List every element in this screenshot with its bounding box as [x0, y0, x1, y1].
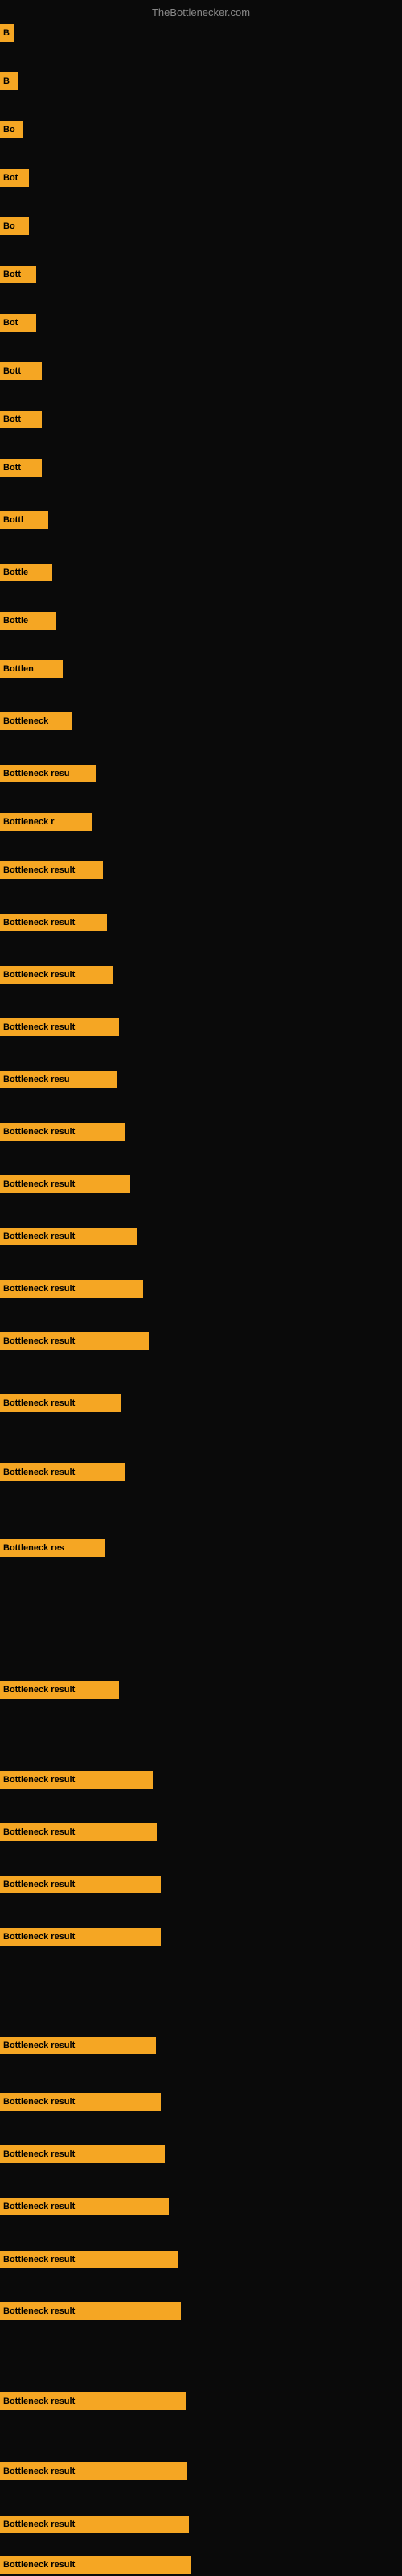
bar-item-15: Bottleneck resu — [0, 765, 96, 782]
bar-item-29: Bottleneck res — [0, 1539, 105, 1557]
bar-item-23: Bottleneck result — [0, 1175, 130, 1193]
bottleneck-bar-15: Bottleneck resu — [0, 765, 96, 782]
bottleneck-bar-1: B — [0, 72, 18, 90]
bottleneck-bar-26: Bottleneck result — [0, 1332, 149, 1350]
bottleneck-bar-27: Bottleneck result — [0, 1394, 121, 1412]
bottleneck-bar-14: Bottleneck — [0, 712, 72, 730]
bottleneck-bar-36: Bottleneck result — [0, 2093, 161, 2111]
bottleneck-bar-31: Bottleneck result — [0, 1771, 153, 1789]
bottleneck-bar-38: Bottleneck result — [0, 2198, 169, 2215]
bar-item-12: Bottle — [0, 612, 56, 630]
bar-item-38: Bottleneck result — [0, 2198, 169, 2215]
bottleneck-bar-22: Bottleneck result — [0, 1123, 125, 1141]
bottleneck-bar-33: Bottleneck result — [0, 1876, 161, 1893]
bottleneck-bar-40: Bottleneck result — [0, 2302, 181, 2320]
bottleneck-bar-25: Bottleneck result — [0, 1280, 143, 1298]
bar-item-14: Bottleneck — [0, 712, 72, 730]
bar-item-22: Bottleneck result — [0, 1123, 125, 1141]
bottleneck-bar-8: Bott — [0, 411, 42, 428]
bottleneck-bar-34: Bottleneck result — [0, 1928, 161, 1946]
bottleneck-bar-19: Bottleneck result — [0, 966, 113, 984]
bottleneck-bar-42: Bottleneck result — [0, 2462, 187, 2480]
bar-item-2: Bo — [0, 121, 23, 138]
bar-item-36: Bottleneck result — [0, 2093, 161, 2111]
bottleneck-bar-3: Bot — [0, 169, 29, 187]
bottleneck-bar-30: Bottleneck result — [0, 1681, 119, 1699]
bottleneck-bar-21: Bottleneck resu — [0, 1071, 117, 1088]
bar-item-6: Bot — [0, 314, 36, 332]
bar-item-8: Bott — [0, 411, 42, 428]
bar-item-32: Bottleneck result — [0, 1823, 157, 1841]
bar-item-37: Bottleneck result — [0, 2145, 165, 2163]
bar-item-39: Bottleneck result — [0, 2251, 178, 2268]
bar-item-1: B — [0, 72, 18, 90]
bottleneck-bar-29: Bottleneck res — [0, 1539, 105, 1557]
bar-item-5: Bott — [0, 266, 36, 283]
bar-item-26: Bottleneck result — [0, 1332, 149, 1350]
bottleneck-bar-10: Bottl — [0, 511, 48, 529]
bar-item-24: Bottleneck result — [0, 1228, 137, 1245]
bar-item-7: Bott — [0, 362, 42, 380]
bar-item-0: B — [0, 24, 14, 42]
bottleneck-bar-39: Bottleneck result — [0, 2251, 178, 2268]
bar-item-34: Bottleneck result — [0, 1928, 161, 1946]
bar-item-41: Bottleneck result — [0, 2392, 186, 2410]
bottleneck-bar-4: Bo — [0, 217, 29, 235]
bottleneck-bar-13: Bottlen — [0, 660, 63, 678]
bottleneck-bar-11: Bottle — [0, 564, 52, 581]
bottleneck-bar-17: Bottleneck result — [0, 861, 103, 879]
bottleneck-bar-44: Bottleneck result — [0, 2556, 191, 2574]
bottleneck-bar-2: Bo — [0, 121, 23, 138]
bar-item-3: Bot — [0, 169, 29, 187]
bottleneck-bar-6: Bot — [0, 314, 36, 332]
bar-item-16: Bottleneck r — [0, 813, 92, 831]
bar-item-31: Bottleneck result — [0, 1771, 153, 1789]
bottleneck-bar-20: Bottleneck result — [0, 1018, 119, 1036]
bottleneck-bar-7: Bott — [0, 362, 42, 380]
bottleneck-bar-28: Bottleneck result — [0, 1463, 125, 1481]
bar-item-4: Bo — [0, 217, 29, 235]
bar-item-13: Bottlen — [0, 660, 63, 678]
bar-item-20: Bottleneck result — [0, 1018, 119, 1036]
bottleneck-bar-37: Bottleneck result — [0, 2145, 165, 2163]
bottleneck-bar-41: Bottleneck result — [0, 2392, 186, 2410]
bar-item-33: Bottleneck result — [0, 1876, 161, 1893]
bottleneck-bar-23: Bottleneck result — [0, 1175, 130, 1193]
bar-item-9: Bott — [0, 459, 42, 477]
bottleneck-bar-18: Bottleneck result — [0, 914, 107, 931]
bar-item-17: Bottleneck result — [0, 861, 103, 879]
bottleneck-bar-0: B — [0, 24, 14, 42]
bottleneck-bar-32: Bottleneck result — [0, 1823, 157, 1841]
site-title: TheBottlenecker.com — [152, 6, 250, 19]
bar-item-35: Bottleneck result — [0, 2037, 156, 2054]
bottleneck-bar-24: Bottleneck result — [0, 1228, 137, 1245]
bar-item-11: Bottle — [0, 564, 52, 581]
bar-item-44: Bottleneck result — [0, 2556, 191, 2574]
bar-item-40: Bottleneck result — [0, 2302, 181, 2320]
bar-item-21: Bottleneck resu — [0, 1071, 117, 1088]
bottleneck-bar-43: Bottleneck result — [0, 2516, 189, 2533]
bar-item-27: Bottleneck result — [0, 1394, 121, 1412]
bar-item-18: Bottleneck result — [0, 914, 107, 931]
bottleneck-bar-5: Bott — [0, 266, 36, 283]
bar-item-10: Bottl — [0, 511, 48, 529]
bottleneck-bar-35: Bottleneck result — [0, 2037, 156, 2054]
bar-item-28: Bottleneck result — [0, 1463, 125, 1481]
bottleneck-bar-9: Bott — [0, 459, 42, 477]
bar-item-43: Bottleneck result — [0, 2516, 189, 2533]
bottleneck-bar-16: Bottleneck r — [0, 813, 92, 831]
bar-item-30: Bottleneck result — [0, 1681, 119, 1699]
bar-item-25: Bottleneck result — [0, 1280, 143, 1298]
bottleneck-bar-12: Bottle — [0, 612, 56, 630]
bar-item-19: Bottleneck result — [0, 966, 113, 984]
bar-item-42: Bottleneck result — [0, 2462, 187, 2480]
